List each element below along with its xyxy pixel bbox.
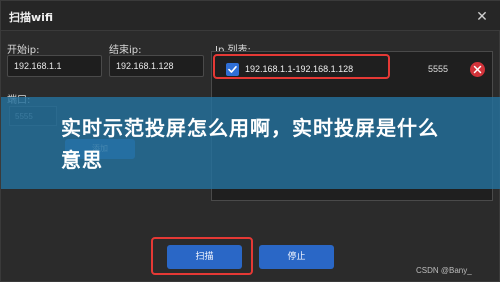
watermark: CSDN @Bany_ xyxy=(416,266,472,275)
scan-button[interactable]: 扫描 xyxy=(167,245,242,269)
checkbox[interactable] xyxy=(226,63,239,76)
ip-port-text: 5555 xyxy=(428,64,449,74)
window-title: 扫描wifi xyxy=(9,11,54,24)
list-item[interactable]: 192.168.1.1-192.168.1.128 5555 xyxy=(212,60,494,80)
close-icon[interactable]: ✕ xyxy=(473,7,491,25)
start-ip-input[interactable]: 192.168.1.1 xyxy=(7,55,102,77)
title-bar: 扫描wifi ✕ xyxy=(1,1,500,31)
start-ip-label: 开始ip: xyxy=(7,45,40,56)
check-icon xyxy=(228,66,237,73)
stop-button[interactable]: 停止 xyxy=(259,245,334,269)
ip-range-text: 192.168.1.1-192.168.1.128 xyxy=(245,64,354,74)
end-ip-label: 结束ip: xyxy=(109,45,142,56)
remove-button[interactable] xyxy=(470,62,485,77)
end-ip-input[interactable]: 192.168.1.128 xyxy=(109,55,204,77)
scan-wifi-window: 扫描wifi ✕ 开始ip: 192.168.1.1 结束ip: 192.168… xyxy=(0,0,500,282)
overlay-headline: 实时示范投屏怎么用啊，实时投屏是什么意思 xyxy=(61,116,439,172)
close-circle-icon xyxy=(473,65,482,74)
